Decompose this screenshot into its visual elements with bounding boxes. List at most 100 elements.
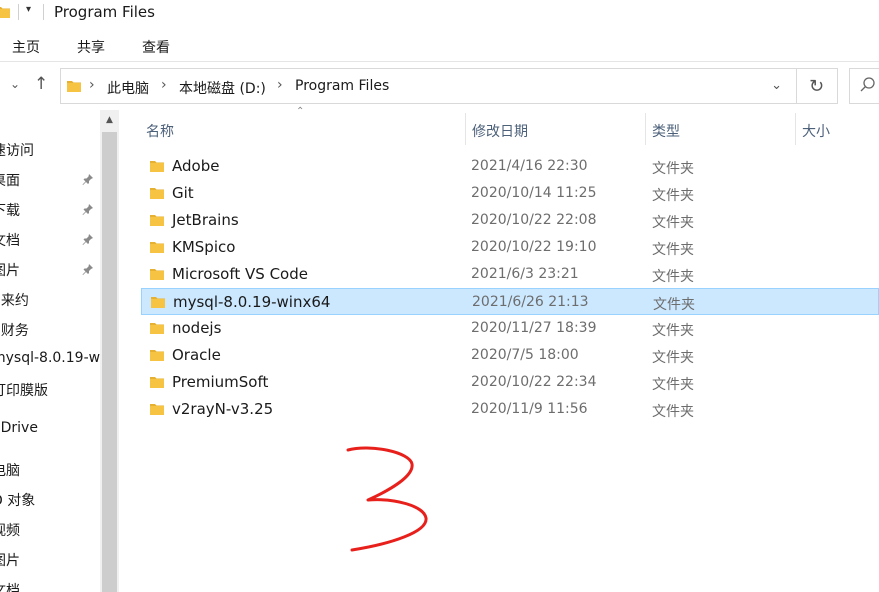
file-row[interactable]: v2rayN-v3.25 2020/11/9 11:56 文件夹: [141, 396, 879, 423]
navigation-pane: 速访问桌面下载文档图片6来约8财务mysql-8.0.19-w打印膜版eDriv…: [0, 110, 100, 592]
file-date-modified: 2021/4/16 22:30: [471, 158, 588, 174]
nav-item[interactable]: 图片: [0, 550, 20, 572]
file-name: mysql-8.0.19-winx64: [173, 293, 331, 311]
column-divider[interactable]: [795, 113, 796, 145]
search-icon: [860, 77, 875, 92]
pin-icon[interactable]: [82, 233, 94, 245]
nav-item-label: 下载: [0, 203, 20, 219]
pin-icon[interactable]: [82, 173, 94, 185]
nav-scrollbar[interactable]: ▲: [100, 110, 119, 592]
nav-item[interactable]: 速访问: [0, 140, 34, 162]
scroll-up-arrow-icon[interactable]: ▲: [100, 110, 119, 130]
breadcrumb-separator-icon[interactable]: ›: [277, 77, 283, 93]
address-history-chevron-icon[interactable]: ⌄: [771, 78, 782, 93]
folder-icon: [150, 161, 164, 172]
tab-share[interactable]: 共享: [77, 37, 105, 57]
refresh-icon: ↻: [808, 75, 825, 97]
column-header-size[interactable]: 大小: [802, 121, 830, 153]
nav-item[interactable]: 文档: [0, 580, 20, 592]
file-name: PremiumSoft: [172, 373, 269, 391]
nav-item[interactable]: D 对象: [0, 490, 35, 512]
nav-item-label: 文档: [0, 583, 20, 592]
nav-item[interactable]: 文档: [0, 230, 20, 252]
file-row[interactable]: PremiumSoft 2020/10/22 22:34 文件夹: [141, 369, 879, 396]
nav-item-label: 视频: [0, 523, 20, 539]
file-date-modified: 2020/11/27 18:39: [471, 320, 597, 336]
nav-item-label: 图片: [0, 263, 20, 279]
nav-item[interactable]: 视频: [0, 520, 20, 542]
file-type: 文件夹: [652, 404, 694, 420]
nav-item[interactable]: 桌面: [0, 170, 20, 192]
scrollbar-thumb[interactable]: [102, 132, 117, 592]
column-header-type[interactable]: 类型: [652, 121, 680, 153]
file-row[interactable]: nodejs 2020/11/27 18:39 文件夹: [141, 315, 879, 342]
file-type: 文件夹: [652, 188, 694, 204]
nav-item[interactable]: 8财务: [0, 320, 29, 342]
breadcrumb-separator-icon[interactable]: ›: [89, 77, 95, 93]
file-name: Adobe: [172, 157, 220, 175]
file-row[interactable]: Git 2020/10/14 11:25 文件夹: [141, 180, 879, 207]
nav-item[interactable]: 图片: [0, 260, 20, 282]
file-name: Microsoft VS Code: [172, 265, 308, 283]
file-type: 文件夹: [652, 215, 694, 231]
breadcrumb-program-files[interactable]: Program Files: [295, 78, 389, 94]
folder-icon: [150, 215, 164, 226]
file-date-modified: 2020/10/22 22:34: [471, 374, 597, 390]
breadcrumb-local-disk[interactable]: 本地磁盘 (D:): [179, 78, 266, 98]
folder-icon: [150, 242, 164, 253]
column-header-name[interactable]: 名称: [146, 121, 174, 153]
folder-icon: [150, 188, 164, 199]
file-name: JetBrains: [172, 211, 239, 229]
file-row[interactable]: Microsoft VS Code 2021/6/3 23:21 文件夹: [141, 261, 879, 288]
breadcrumb-this-pc[interactable]: 此电脑: [107, 78, 149, 98]
file-name: KMSpico: [172, 238, 236, 256]
recent-locations-chevron-icon[interactable]: ⌄: [10, 77, 20, 91]
nav-item[interactable]: eDrive: [0, 420, 38, 442]
file-name: Oracle: [172, 346, 221, 364]
tab-home[interactable]: 主页: [12, 37, 40, 57]
file-date-modified: 2020/7/5 18:00: [471, 347, 579, 363]
separator: [43, 4, 44, 20]
nav-item-label: 速访问: [0, 143, 34, 159]
nav-item-label: 8财务: [0, 323, 29, 339]
folder-icon: [150, 323, 164, 334]
file-row[interactable]: mysql-8.0.19-winx64 2021/6/26 21:13 文件夹: [141, 288, 879, 315]
divider: [0, 61, 879, 62]
sort-ascending-icon: ⌃: [296, 106, 305, 117]
file-date-modified: 2020/10/22 19:10: [471, 239, 597, 255]
up-arrow-icon[interactable]: ↑: [34, 74, 48, 94]
window-title: Program Files: [54, 3, 155, 21]
file-row[interactable]: Adobe 2021/4/16 22:30 文件夹: [141, 153, 879, 180]
file-row[interactable]: JetBrains 2020/10/22 22:08 文件夹: [141, 207, 879, 234]
file-row[interactable]: KMSpico 2020/10/22 19:10 文件夹: [141, 234, 879, 261]
folder-icon: [67, 81, 81, 92]
nav-item-label: 电脑: [0, 463, 20, 479]
column-divider[interactable]: [465, 113, 466, 145]
handwritten-annotation: [346, 446, 428, 552]
pin-icon[interactable]: [82, 203, 94, 215]
nav-item[interactable]: mysql-8.0.19-w: [0, 350, 100, 372]
file-type: 文件夹: [652, 323, 694, 339]
nav-item[interactable]: 打印膜版: [0, 380, 48, 402]
pin-icon[interactable]: [82, 263, 94, 275]
file-date-modified: 2021/6/3 23:21: [471, 266, 579, 282]
file-date-modified: 2021/6/26 21:13: [472, 294, 589, 310]
file-type: 文件夹: [652, 350, 694, 366]
nav-item[interactable]: 电脑: [0, 460, 20, 482]
column-divider[interactable]: [645, 113, 646, 145]
nav-item[interactable]: 6来约: [0, 290, 29, 312]
folder-icon: [0, 7, 10, 18]
refresh-button[interactable]: ↻: [796, 68, 838, 104]
nav-item[interactable]: 下载: [0, 200, 20, 222]
nav-item-label: 文档: [0, 233, 20, 249]
tab-view[interactable]: 查看: [142, 37, 170, 57]
nav-item-label: 图片: [0, 553, 20, 569]
quick-access-dropdown-icon[interactable]: ▾: [26, 4, 31, 15]
file-type: 文件夹: [652, 269, 694, 285]
column-header-date-modified[interactable]: 修改日期: [472, 121, 528, 153]
file-type: 文件夹: [652, 242, 694, 258]
breadcrumb-separator-icon[interactable]: ›: [161, 77, 167, 93]
search-box[interactable]: [849, 68, 879, 104]
address-bar[interactable]: › 此电脑 › 本地磁盘 (D:) › Program Files ⌄: [60, 68, 797, 104]
file-row[interactable]: Oracle 2020/7/5 18:00 文件夹: [141, 342, 879, 369]
